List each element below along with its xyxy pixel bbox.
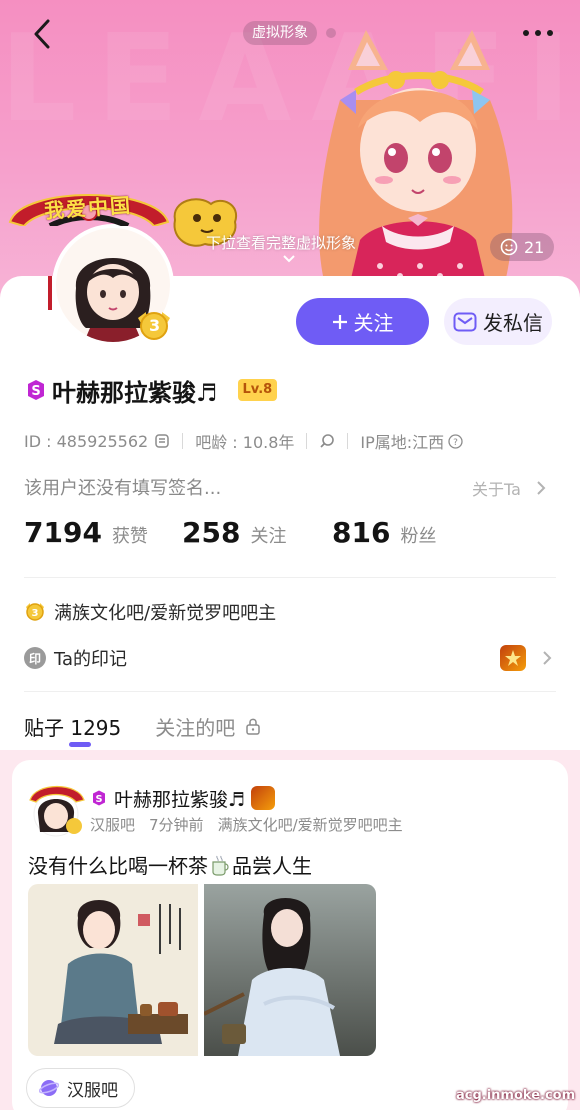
more-icon [523,30,553,36]
post-time: 7分钟前 [149,816,204,834]
send-message-label: 发私信 [483,311,543,335]
avatar-level-number: 3 [149,316,161,335]
post-text-part2: 品尝人生 [232,854,312,878]
chevron-down-icon [283,255,295,263]
stat-value: 7194 [24,516,102,549]
tea-icon [212,855,229,876]
virtual-avatar-indicator [326,28,336,38]
chevron-right-icon[interactable] [540,650,554,666]
back-icon [34,19,50,49]
planet-icon [39,1080,59,1096]
smile-icon [500,238,518,256]
bar-owner-row[interactable]: 3 满族文化吧/爱新觉罗吧吧主 [24,598,276,626]
help-icon[interactable]: ? [448,433,463,449]
profile-card [0,276,580,750]
more-button[interactable] [518,18,558,48]
stat-label: 获赞 [111,526,148,547]
ta-mark-row[interactable]: 印 Ta的印记 [24,644,127,672]
stat-value: 816 [332,516,391,549]
svg-text:?: ? [453,438,458,448]
user-name: 叶赫那拉紫骏♬ [52,378,218,407]
super-member-icon: S [28,380,44,400]
post-image-cartoon[interactable] [28,884,198,1056]
post-author-row: S 叶赫那拉紫骏♬ [90,784,276,812]
meta-divider [347,433,349,449]
ta-mark-label: Ta的印记 [54,649,128,670]
stat-value: 258 [182,516,241,549]
meta-divider [306,433,308,449]
ip-location: IP属地:江西 [360,433,445,452]
post-text-part1: 没有什么比喝一杯茶 [28,854,208,878]
svg-text:3: 3 [32,608,39,619]
user-level-badge: Lv.8 [237,379,278,401]
back-button[interactable] [22,14,62,54]
follow-button-label: 关注 [353,311,394,335]
avatar-like-button[interactable]: 21 [490,233,555,261]
copy-icon[interactable] [154,433,170,449]
user-avatar-frame[interactable]: 我爱中国 3 [0,182,200,346]
stat-label: 粉丝 [400,526,437,547]
fans-stat[interactable]: 816 粉丝 [332,516,436,549]
post-author-avatar[interactable] [26,778,92,838]
stat-label: 关注 [250,526,287,547]
mark-badge-thumbnail[interactable] [500,645,526,671]
user-meta-row: ID : 485925562 吧龄 : 10.8年 IP属地:江西 ? [24,429,463,453]
chevron-right-icon [537,481,546,495]
svg-text:S: S [95,794,102,805]
anime-character-illustration [319,30,513,300]
meta-divider [182,433,184,449]
section-divider [24,691,556,692]
tab-followed-bars[interactable]: 关注的吧 [155,712,261,741]
user-id: ID : 485925562 [24,431,149,451]
send-message-button[interactable]: 发私信 [444,298,552,345]
about-ta-link[interactable]: 关于Ta [472,476,549,500]
post-card[interactable]: S 叶赫那拉紫骏♬ 汉服吧 7分钟前 满族文化吧/爱新觉罗吧吧主 没有什么比喝一… [12,760,568,1110]
post-meta: 汉服吧 7分钟前 满族文化吧/爱新觉罗吧吧主 [90,814,403,835]
user-signature: 该用户还没有填写签名... [24,478,222,499]
author-mark-badge [251,786,276,810]
search-icon[interactable] [319,433,335,449]
tab-active-indicator [69,742,91,747]
forum-tag-label: 汉服吧 [67,1080,118,1101]
bar-age: 吧龄 : 10.8年 [195,433,295,452]
plus-icon [332,314,347,329]
section-divider [24,577,556,578]
profile-tabs: 贴子 1295 关注的吧 [24,708,261,744]
follow-button[interactable]: 关注 [296,298,429,345]
bar-owner-badge-icon: 3 [26,603,44,621]
forum-tag-button[interactable]: 汉服吧 [26,1068,135,1108]
tassel-decoration [48,276,52,310]
lock-icon [246,718,261,735]
avatar-banner-text: 我爱中国 [43,192,133,224]
super-member-icon: S [93,790,105,806]
seal-icon: 印 [24,647,46,669]
post-forum[interactable]: 汉服吧 [90,814,135,835]
user-stats: 7194 获赞 258 关注 816 粉丝 [24,516,436,556]
user-name-row: S 叶赫那拉紫骏♬ Lv.8 [24,372,278,408]
pull-down-hint: 下拉查看完整虚拟形象 [206,234,357,252]
svg-text:S: S [31,384,40,399]
about-ta-label: 关于Ta [472,480,521,499]
post-author-name[interactable]: 叶赫那拉紫骏♬ [114,785,245,812]
virtual-avatar-tag: 虚拟形象 [243,21,317,45]
watermark: acg.inmoke.com [456,1088,576,1103]
tab-posts[interactable]: 贴子 1295 [24,712,121,741]
post-content: 没有什么比喝一杯茶 品尝人生 [28,850,312,879]
avatar-like-count: 21 [524,237,545,257]
following-stat[interactable]: 258 关注 [182,516,332,549]
likes-stat: 7194 获赞 [24,516,182,549]
post-author-title: 满族文化吧/爱新觉罗吧吧主 [217,816,403,834]
envelope-icon [453,312,477,331]
bar-owner-title: 满族文化吧/爱新觉罗吧吧主 [54,603,277,624]
star-icon [505,650,521,666]
post-image-photo[interactable] [204,884,376,1056]
tab-followed-bars-label: 关注的吧 [155,715,236,740]
